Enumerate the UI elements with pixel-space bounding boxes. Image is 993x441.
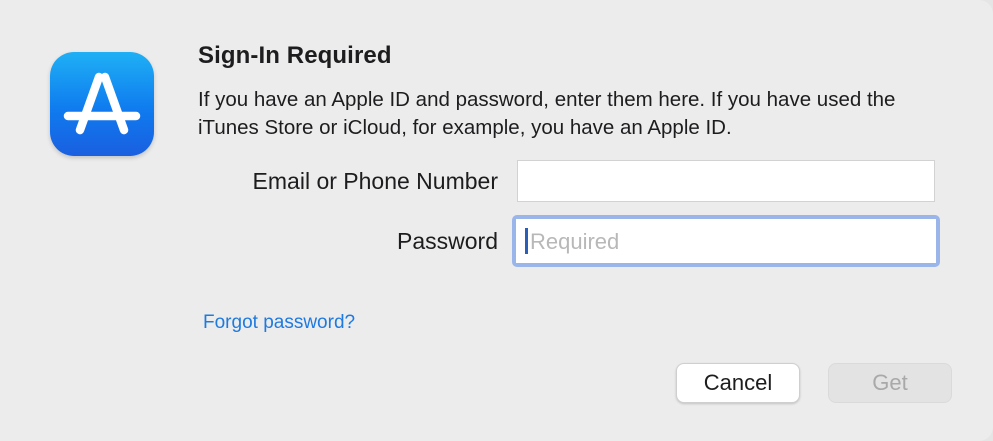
dialog-description: If you have an Apple ID and password, en… bbox=[198, 88, 896, 139]
password-label: Password bbox=[397, 228, 498, 254]
password-placeholder: Required bbox=[530, 229, 620, 254]
sign-in-dialog: Sign-In Required If you have an Apple ID… bbox=[0, 0, 993, 441]
get-button[interactable]: Get bbox=[828, 363, 952, 403]
text-caret bbox=[525, 228, 528, 254]
forgot-password-link[interactable]: Forgot password? bbox=[203, 312, 355, 334]
password-focus-ring: Required bbox=[512, 215, 940, 267]
password-field[interactable]: Required bbox=[516, 219, 936, 263]
app-store-icon bbox=[50, 52, 154, 156]
email-label: Email or Phone Number bbox=[252, 168, 498, 194]
cancel-button[interactable]: Cancel bbox=[676, 363, 800, 403]
dialog-title: Sign-In Required bbox=[198, 42, 392, 69]
email-field[interactable] bbox=[517, 160, 935, 202]
